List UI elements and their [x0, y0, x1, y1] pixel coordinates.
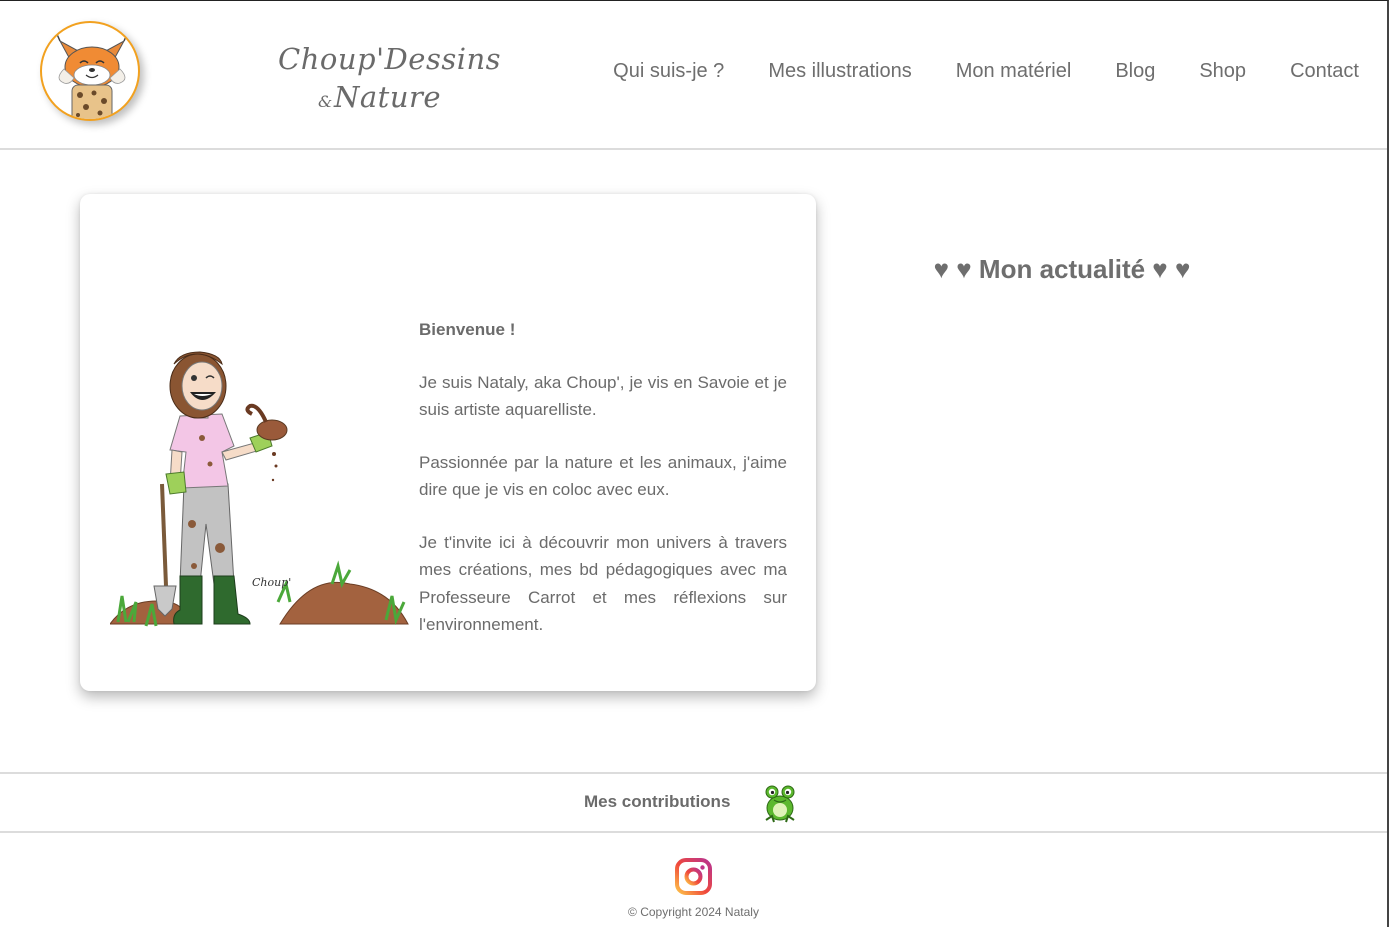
news-title: ♥ ♥ Mon actualité ♥ ♥ [933, 254, 1191, 284]
contributions-label[interactable]: Mes contributions [584, 792, 730, 812]
intro-paragraph-3: Je t'invite ici à découvrir mon univers … [419, 532, 787, 635]
copyright-text: © Copyright 2024 Nataly [628, 905, 759, 919]
intro-paragraph-2: Passionnée par la nature et les animaux,… [419, 452, 787, 500]
site-logo[interactable]: Choup'Dessins & Nature [262, 36, 501, 120]
frog-icon[interactable] [762, 782, 798, 824]
nav-item-mon-materiel[interactable]: Mon matériel [934, 60, 1094, 88]
logo-ampersand: & [318, 92, 333, 111]
contributions-band: Mes contributions [0, 772, 1387, 833]
intro-greeting: Bienvenue ! [419, 320, 516, 339]
intro-card: Choup' Bienvenue ! Je suis Nataly, aka C… [80, 194, 816, 691]
logo-text-line1: Choup'Dessins [278, 42, 502, 76]
site-header: Choup'Dessins & Nature Qui suis-je ? Mes… [0, 0, 1387, 150]
intro-paragraph-1: Je suis Nataly, aka Choup', je vis en Sa… [419, 372, 787, 420]
gardener-illustration: Choup' [109, 334, 410, 634]
nav-item-blog[interactable]: Blog [1093, 60, 1177, 88]
logo-text-line2: Nature [334, 80, 442, 114]
nav-item-contact[interactable]: Contact [1268, 60, 1359, 88]
nav-item-qui-suis-je[interactable]: Qui suis-je ? [591, 60, 746, 88]
lynx-avatar-icon[interactable] [40, 21, 140, 121]
main-nav: Qui suis-je ? Mes illustrations Mon maté… [591, 60, 1359, 88]
nav-item-mes-illustrations[interactable]: Mes illustrations [746, 60, 933, 88]
instagram-icon[interactable] [675, 858, 712, 895]
illustration-signature: Choup' [252, 576, 291, 589]
intro-text: Bienvenue ! Je suis Nataly, aka Choup', … [419, 316, 787, 664]
nav-item-shop[interactable]: Shop [1177, 60, 1268, 88]
